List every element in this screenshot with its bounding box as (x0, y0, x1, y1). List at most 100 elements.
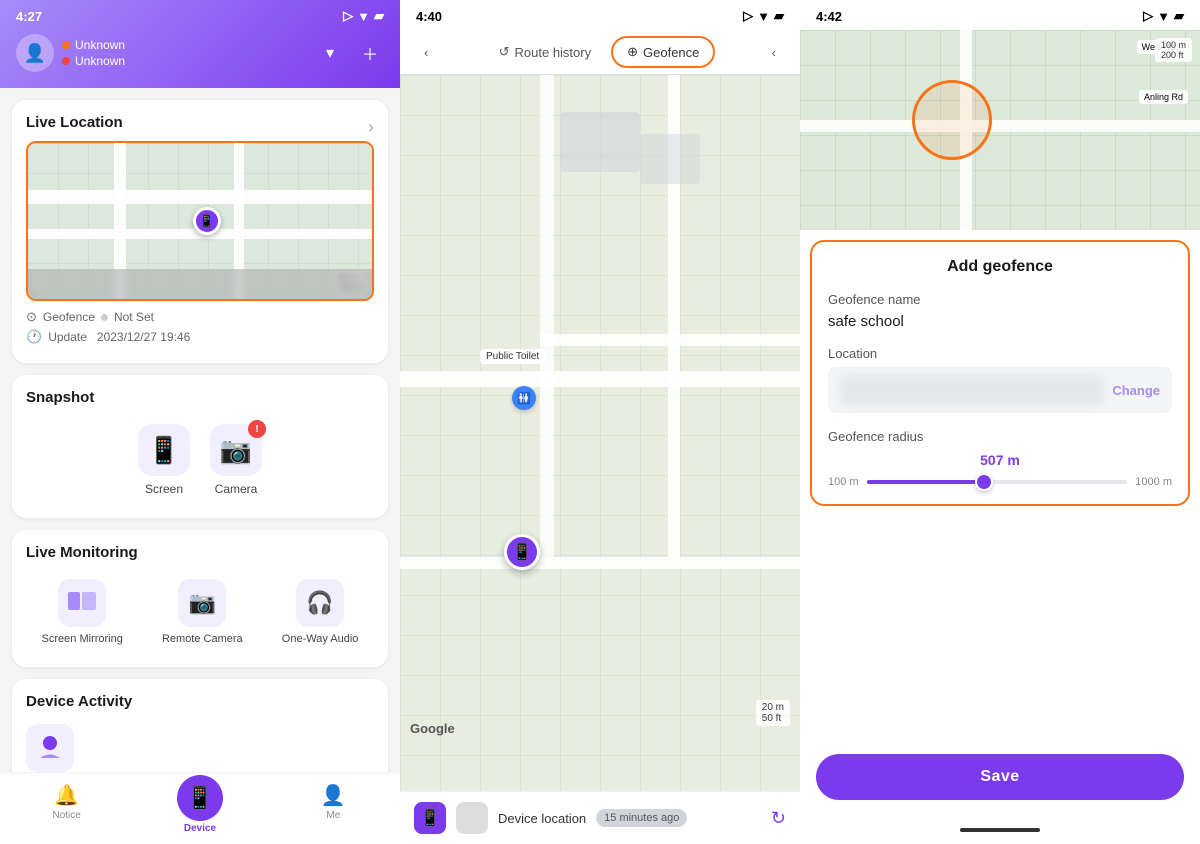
snapshot-title: Snapshot (26, 389, 374, 406)
snapshot-camera-item[interactable]: 📷 ! Camera (210, 424, 262, 496)
device-loc-blank (456, 802, 488, 834)
battery-icon: ▰ (374, 8, 384, 24)
save-button[interactable]: Save (816, 754, 1184, 800)
panel-dashboard: 4:27 ▷ ▼ ▰ 👤 Unknown Unknown (0, 0, 400, 844)
time-3: 4:42 (816, 9, 842, 24)
status-icons-1: ▷ ▼ ▰ (343, 8, 384, 24)
tab-route-history[interactable]: ↺ Route history (485, 38, 606, 66)
wifi-icon: ▼ (357, 9, 370, 24)
p2-battery-icon: ▰ (774, 8, 784, 24)
notice-icon: 🔔 (54, 783, 79, 808)
clock-icon: 🕐 (26, 329, 42, 345)
one-way-audio-icon: 🎧 (296, 579, 344, 627)
user-info: 👤 Unknown Unknown (16, 34, 125, 72)
remote-camera-label: Remote Camera (162, 633, 243, 645)
panel1-content: Live Location › 📱 50 m 200 ft ⊙ (0, 88, 400, 772)
status-label-1: Unknown (75, 38, 125, 52)
dot-online (62, 41, 70, 49)
bottom-nav: 🔔 Notice 📱 Device 👤 Me (0, 772, 400, 844)
meta-dot (101, 314, 108, 321)
p3-road-h (800, 120, 1200, 132)
card-meta: ⊙ Geofence Not Set 🕐 Update 2023/12/27 1… (26, 309, 374, 345)
panel-map: 4:40 ▷ ▼ ▰ ‹ ↺ Route history ⊕ Geofence … (400, 0, 800, 844)
remote-camera-icon: 📷 (178, 579, 226, 627)
route-icon: ↺ (499, 44, 510, 60)
one-way-audio-label: One-Way Audio (282, 633, 359, 645)
chevron-right-icon[interactable]: › (368, 117, 374, 138)
play-icon: ▷ (343, 8, 353, 24)
map-preview[interactable]: 📱 50 m 200 ft (26, 141, 374, 301)
snapshot-camera-label: Camera (215, 482, 258, 496)
device-location-text: Device location (498, 811, 586, 826)
refresh-btn[interactable]: ↻ (771, 808, 786, 829)
activity-item-1[interactable] (26, 724, 74, 772)
activity-grid (26, 720, 374, 772)
snapshot-screen-icon: 📱 (138, 424, 190, 476)
p3-map-label-2: Anling Rd (1139, 90, 1188, 104)
p3-scale: 100 m 200 ft (1155, 38, 1192, 62)
map-area[interactable]: 🚻 Public Toilet 📱 20 m 50 ft Google (400, 75, 800, 816)
nav-me[interactable]: 👤 Me (267, 779, 400, 838)
p3-play-icon: ▷ (1143, 8, 1153, 24)
screen-mirroring-label: Screen Mirroring (42, 633, 123, 645)
nav-notice[interactable]: 🔔 Notice (0, 779, 133, 838)
monitoring-grid: Screen Mirroring 📷 Remote Camera 🎧 One-W… (26, 571, 374, 653)
snapshot-screen-item[interactable]: 📱 Screen (138, 424, 190, 496)
slider-max: 1000 m (1135, 476, 1172, 488)
radius-value: 507 m (828, 452, 1172, 468)
slider-row: 100 m 1000 m (828, 476, 1172, 488)
back-btn-p2-right[interactable]: ‹ (764, 39, 784, 66)
me-icon: 👤 (321, 783, 346, 808)
snapshot-screen-label: Screen (145, 482, 183, 496)
avatar: 👤 (16, 34, 54, 72)
geofence-meta: ⊙ Geofence Not Set (26, 309, 374, 325)
remote-camera-item[interactable]: 📷 Remote Camera (162, 579, 243, 645)
p3-battery-icon: ▰ (1174, 8, 1184, 24)
dropdown-btn[interactable]: ▾ (316, 39, 344, 67)
map-street-h2 (400, 557, 800, 569)
status-bar-3: 4:42 ▷ ▼ ▰ (800, 0, 1200, 30)
p3-bottom-bar (800, 816, 1200, 844)
status-item-1: Unknown (62, 38, 125, 52)
user-status: Unknown Unknown (62, 38, 125, 68)
status-bar-1: 4:27 ▷ ▼ ▰ (16, 0, 384, 28)
device-activity-card: Device Activity (12, 679, 388, 772)
device-icon-circle: 📱 (177, 775, 223, 821)
map-blur-bar (28, 269, 372, 299)
camera-badge: ! (248, 420, 266, 438)
activity-icon-1 (26, 724, 74, 772)
add-geofence-title: Add geofence (828, 258, 1172, 276)
location-group: Location Change (828, 346, 1172, 413)
slider-thumb[interactable] (975, 473, 993, 491)
time-ago-badge: 15 minutes ago (596, 809, 687, 827)
one-way-audio-item[interactable]: 🎧 One-Way Audio (282, 579, 359, 645)
p3-bottom-line (960, 828, 1040, 832)
slider-min: 100 m (828, 476, 859, 488)
tab-geofence[interactable]: ⊕ Geofence (611, 36, 715, 68)
device-pin: 📱 (193, 207, 221, 235)
geofence-nav-icon: ⊕ (627, 44, 638, 60)
add-btn[interactable]: ＋ (356, 39, 384, 67)
panel3-map: Weili Rd Anling Rd 100 m 200 ft (800, 30, 1200, 230)
device-loc-icon: 📱 (414, 802, 446, 834)
header-row: 👤 Unknown Unknown ▾ ＋ (16, 28, 384, 72)
radius-slider[interactable] (867, 480, 1128, 484)
geofence-icon: ⊙ (26, 309, 37, 325)
p2-wifi-icon: ▼ (757, 9, 770, 24)
location-input-text (840, 375, 1104, 405)
building-2 (640, 134, 700, 184)
road-h1 (28, 190, 372, 204)
screen-mirroring-item[interactable]: Screen Mirroring (42, 579, 123, 645)
snapshot-grid: 📱 Screen 📷 ! Camera (26, 416, 374, 504)
change-btn[interactable]: Change (1112, 383, 1160, 398)
notice-label: Notice (52, 810, 80, 821)
radius-label: Geofence radius (828, 429, 1172, 444)
back-btn-p2[interactable]: ‹ (416, 39, 436, 66)
update-meta: 🕐 Update 2023/12/27 19:46 (26, 329, 374, 345)
nav-device[interactable]: 📱 Device (133, 779, 266, 838)
panel-geofence: 4:42 ▷ ▼ ▰ Weili Rd Anling Rd 100 m 200 … (800, 0, 1200, 844)
me-label: Me (326, 810, 340, 821)
p3-wifi-icon: ▼ (1157, 9, 1170, 24)
panel3-content: Add geofence Geofence name safe school L… (800, 230, 1200, 738)
live-location-card: Live Location › 📱 50 m 200 ft ⊙ (12, 100, 388, 363)
